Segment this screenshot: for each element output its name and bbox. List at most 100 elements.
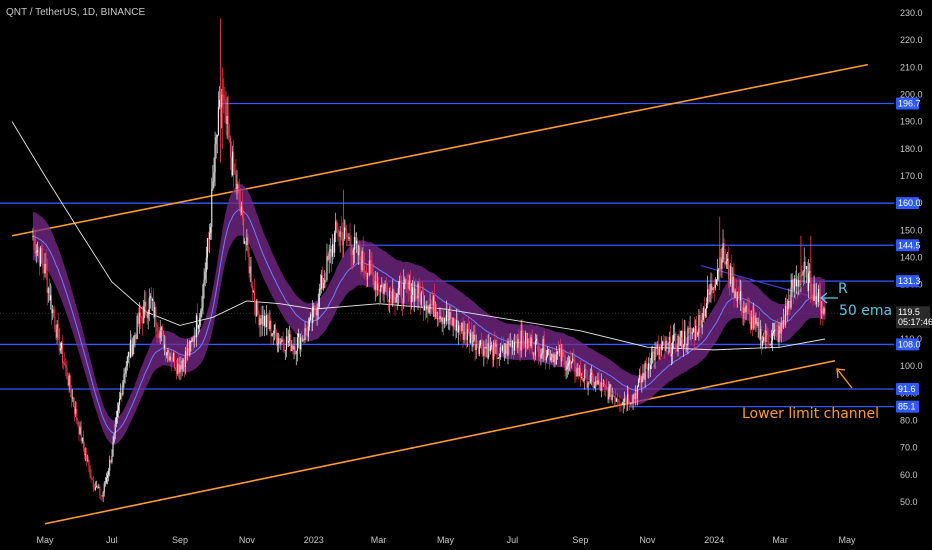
candle-body [381,284,383,286]
candle[interactable] [136,313,138,340]
candle-body [767,336,769,342]
candle[interactable] [586,369,588,389]
candle[interactable] [73,396,75,407]
candle[interactable] [451,316,453,327]
candle-body [634,393,636,399]
candle[interactable] [420,290,422,308]
candle[interactable] [40,245,42,267]
candle-body [166,352,168,356]
candle-body [685,331,687,345]
candle-body [275,332,277,345]
candle-body [527,338,529,349]
candle-body [144,301,146,307]
candle-body [511,340,513,348]
candle-body [79,426,81,435]
candle-body [435,311,437,317]
candle-body [268,323,270,329]
candle-body [172,353,174,362]
candle-body [695,325,697,341]
candle-body [315,311,317,316]
candle-body [493,342,495,360]
candle[interactable] [189,339,191,357]
candle-body [173,353,175,368]
candle-body [376,283,378,291]
candle[interactable] [256,298,258,317]
candle-body [44,263,46,274]
candle-body [421,292,423,294]
candle-body [446,310,448,322]
candle[interactable] [702,306,704,323]
candle-body [439,316,441,320]
candle-body [482,349,484,356]
candle-body [618,401,620,402]
candle-body [387,299,389,303]
candle-body [444,317,446,322]
candle-body [703,307,705,317]
level-badge-label: 108.0 [898,339,921,349]
candle-body [543,339,545,360]
candle-body [235,174,237,189]
candle-body [419,292,421,305]
candle[interactable] [391,291,393,305]
candle[interactable] [506,341,508,357]
candle-body [291,345,293,352]
candle-body [782,320,784,328]
candle-body [57,324,59,329]
candle-body [423,292,425,311]
candle-body [282,339,284,344]
candle-body [577,368,579,377]
candle-body [225,102,227,124]
candle-body [463,332,465,340]
candle-body [418,283,420,293]
candle-body [461,322,463,331]
candle-body [651,352,653,366]
candle-body [82,437,84,449]
candle-body [596,380,598,384]
candle-body [811,292,813,297]
candle-body [62,342,64,363]
candle-body [135,335,137,340]
candle-body [307,326,309,337]
candle-body [459,325,461,331]
candle-body [696,325,698,336]
candle-body [733,276,735,298]
candle-body [753,315,755,329]
candle[interactable] [715,279,717,285]
candle-body [734,291,736,298]
candle[interactable] [122,379,124,397]
candle[interactable] [610,384,612,403]
candle-body [802,271,804,276]
candle-body [403,283,405,304]
price-chart[interactable]: 50.060.070.080.090.0100.0110.0120.0130.0… [0,0,932,550]
candle-body [488,343,490,352]
candle-body [209,232,211,240]
candle-body [236,183,238,189]
candle-body [816,295,818,303]
candle-body [804,261,806,270]
candle-body [103,483,105,493]
candle[interactable] [258,310,260,328]
candle-body [661,345,663,350]
candle[interactable] [113,433,115,444]
candle-body [704,309,706,317]
candle-body [748,310,750,315]
candle[interactable] [807,261,809,293]
candle[interactable] [393,287,395,304]
candle-body [390,290,392,293]
candle-body [160,327,162,331]
candle[interactable] [814,282,816,306]
candle-body [410,294,412,303]
candle[interactable] [373,274,375,292]
x-tick-label: May [838,535,856,545]
candle[interactable] [110,459,112,463]
candle-body [228,136,230,138]
candle[interactable] [730,263,732,287]
candle-body [147,312,149,318]
candle-body [216,135,218,138]
candle[interactable] [162,330,164,351]
candle-body [467,328,469,332]
candle-body [238,189,240,205]
candle[interactable] [361,247,363,273]
candle-body [34,237,36,253]
candle-body [631,402,633,404]
